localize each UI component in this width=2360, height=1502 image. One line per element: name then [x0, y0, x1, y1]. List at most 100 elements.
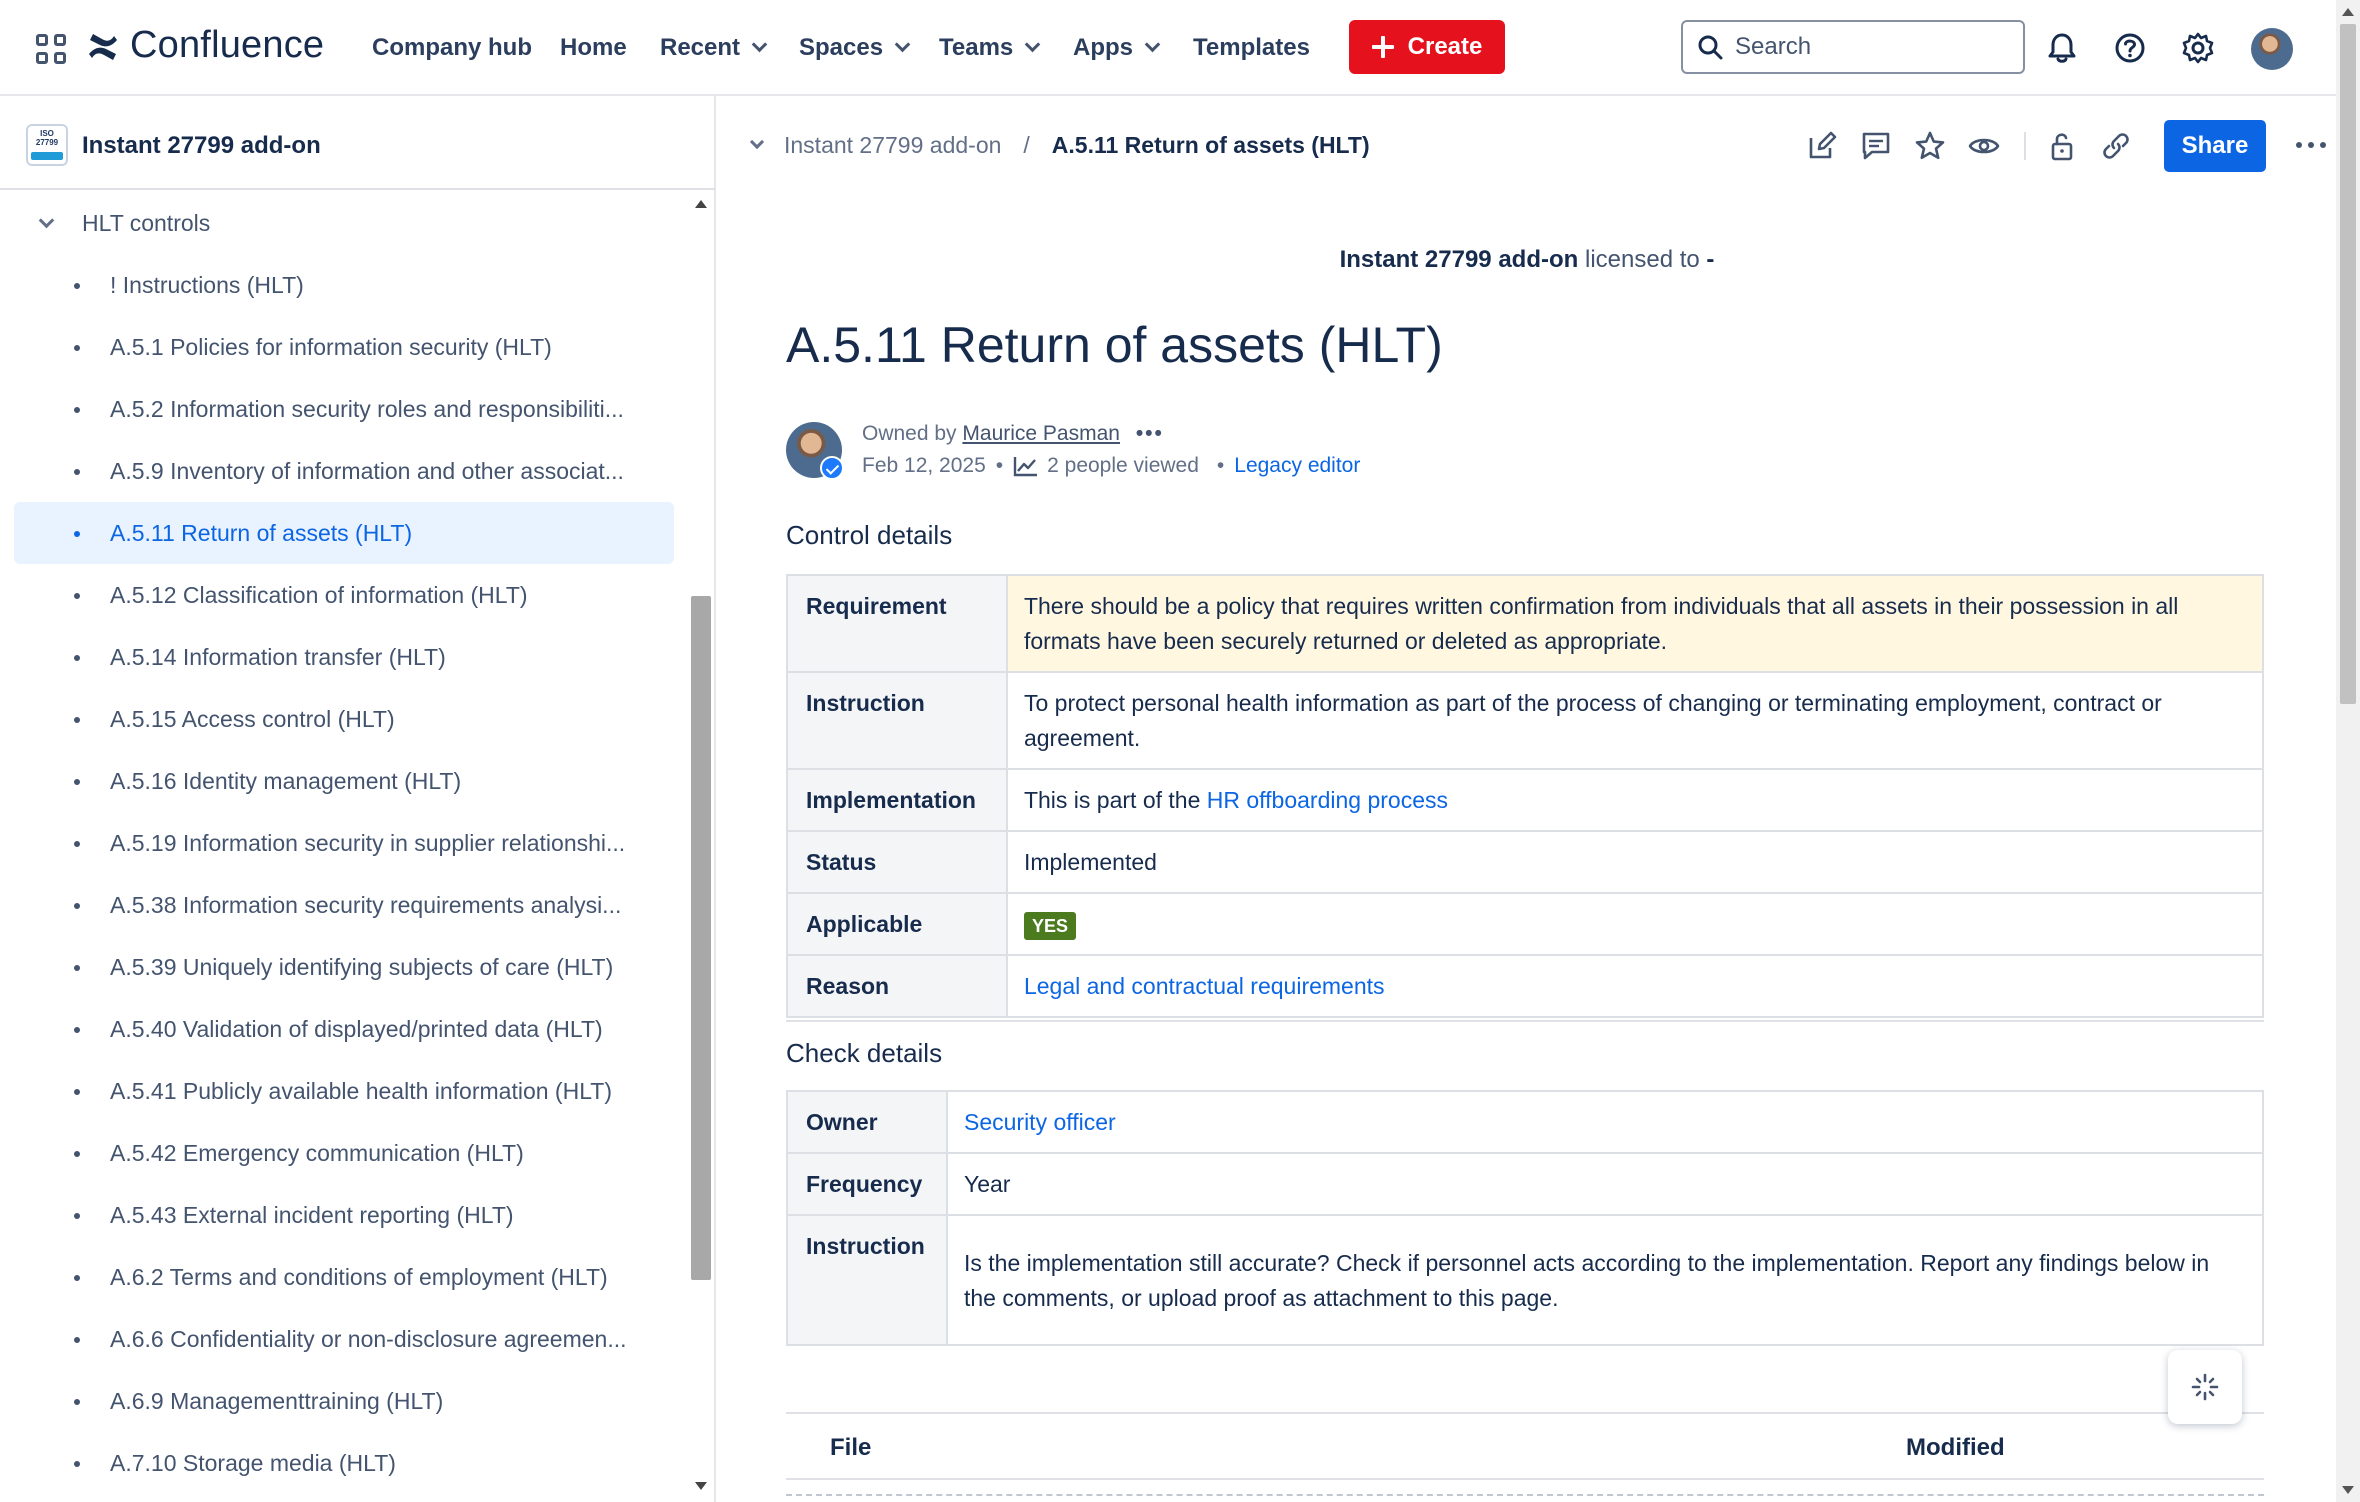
table-row: Applicable YES: [786, 892, 2265, 956]
tree-item[interactable]: A.5.1 Policies for information security …: [14, 316, 674, 378]
scroll-up-arrow-icon[interactable]: [2342, 8, 2354, 16]
space-name[interactable]: Instant 27799 add-on: [82, 132, 321, 160]
scroll-up-arrow-icon[interactable]: [695, 200, 707, 208]
edit-icon[interactable]: [1806, 130, 1838, 162]
page-title: A.5.11 Return of assets (HLT): [786, 317, 1443, 373]
status-badge: YES: [1023, 911, 1076, 940]
tree-item[interactable]: A.5.42 Emergency communication (HLT): [14, 1122, 674, 1184]
control-details-heading: Control details: [786, 520, 953, 550]
tree-item[interactable]: A.6.2 Terms and conditions of employment…: [14, 1246, 674, 1308]
security-officer-link[interactable]: Security officer: [964, 1109, 1116, 1135]
owner-link[interactable]: Maurice Pasman: [962, 422, 1120, 445]
nav-spaces[interactable]: Spaces: [799, 34, 911, 62]
tree-item[interactable]: A.6.9 Managementtraining (HLT): [14, 1370, 674, 1432]
hr-offboarding-link[interactable]: HR offboarding process: [1207, 787, 1448, 813]
chevron-down-icon: [1144, 36, 1161, 53]
tree-item[interactable]: A.5.40 Validation of displayed/printed d…: [14, 998, 674, 1060]
sidebar-scrollbar[interactable]: [688, 192, 714, 1502]
breadcrumb-current-page[interactable]: A.5.11 Return of assets (HLT): [1052, 132, 1370, 159]
frequency-value: Year: [945, 1152, 2265, 1216]
analytics-trend-icon: [1013, 457, 1038, 477]
chevron-down-icon: [894, 36, 911, 53]
tree-item[interactable]: A.5.12 Classification of information (HL…: [14, 564, 674, 626]
confluence-logo-icon[interactable]: [86, 30, 120, 64]
bell-icon[interactable]: [2044, 30, 2080, 66]
breadcrumb-space-link[interactable]: Instant 27799 add-on: [784, 132, 1001, 159]
status-label: Status: [786, 830, 1008, 894]
page-date: Feb 12, 2025: [862, 454, 986, 477]
chevron-down-icon[interactable]: [38, 212, 55, 229]
ai-assistant-button[interactable]: [2168, 1350, 2242, 1424]
table-row: Instruction Is the implementation still …: [786, 1214, 2265, 1346]
applicable-value: YES: [1005, 892, 2265, 956]
control-details-table: Requirement There should be a policy tha…: [786, 574, 2265, 1018]
breadcrumb: Instant 27799 add-on / A.5.11 Return of …: [749, 132, 1370, 159]
window-scrollbar[interactable]: [2336, 0, 2360, 1502]
table-row: Instruction To protect personal health i…: [786, 671, 2265, 770]
star-icon[interactable]: [1914, 130, 1946, 162]
confluence-logo-text[interactable]: Confluence: [130, 24, 324, 67]
tree-item[interactable]: A.5.14 Information transfer (HLT): [14, 626, 674, 688]
more-icon[interactable]: •••: [1136, 422, 1164, 446]
reason-label: Reason: [786, 954, 1008, 1018]
nav-templates[interactable]: Templates: [1193, 34, 1310, 62]
comment-icon[interactable]: [1860, 130, 1892, 162]
column-header-file[interactable]: File: [830, 1434, 871, 1462]
nav-company-hub[interactable]: Company hub: [372, 34, 532, 62]
implementation-label: Implementation: [786, 768, 1008, 832]
nav-apps[interactable]: Apps: [1073, 34, 1161, 62]
section-divider: [786, 1020, 2264, 1022]
frequency-label: Frequency: [786, 1152, 948, 1216]
chevron-down-icon[interactable]: [749, 134, 765, 149]
more-icon[interactable]: [2296, 142, 2326, 148]
page-views[interactable]: 2 people viewed: [1047, 454, 1199, 478]
page-byline: Owned by Maurice Pasman ••• Feb 12, 2025…: [786, 422, 1686, 492]
tree-item[interactable]: A.5.9 Inventory of information and other…: [14, 440, 674, 502]
nav-teams[interactable]: Teams: [939, 34, 1041, 62]
nav-recent[interactable]: Recent: [660, 34, 768, 62]
link-icon[interactable]: [2100, 130, 2132, 162]
attachments-drop-zone[interactable]: [786, 1494, 2264, 1496]
legacy-editor-link[interactable]: Legacy editor: [1234, 454, 1360, 478]
help-icon[interactable]: [2112, 30, 2148, 66]
applicable-label: Applicable: [786, 892, 1008, 956]
tree-item[interactable]: A.5.2 Information security roles and res…: [14, 378, 674, 440]
app-switcher-grid-icon[interactable]: [36, 34, 66, 64]
tree-item[interactable]: A.5.38 Information security requirements…: [14, 874, 674, 936]
profile-avatar[interactable]: [2251, 28, 2293, 70]
tree-item-hlt-controls[interactable]: HLT controls: [14, 192, 674, 254]
eye-icon[interactable]: [1968, 130, 2000, 162]
scroll-down-arrow-icon[interactable]: [695, 1482, 707, 1490]
scroll-down-arrow-icon[interactable]: [2342, 1486, 2354, 1494]
scrollbar-thumb[interactable]: [2340, 24, 2356, 704]
share-button[interactable]: Share: [2164, 120, 2266, 172]
check-details-table: Owner Security officer Frequency Year In…: [786, 1090, 2265, 1346]
column-header-modified[interactable]: Modified: [1906, 1434, 2005, 1462]
tree-item[interactable]: ! Instructions (HLT): [14, 254, 674, 316]
tree-item[interactable]: A.5.39 Uniquely identifying subjects of …: [14, 936, 674, 998]
tree-item-selected[interactable]: A.5.11 Return of assets (HLT): [14, 502, 674, 564]
space-header[interactable]: ISO 27799 Instant 27799 add-on: [0, 96, 716, 190]
status-value: Implemented: [1005, 830, 2265, 894]
nav-home[interactable]: Home: [560, 34, 627, 62]
gear-icon[interactable]: [2180, 30, 2216, 66]
tree-item[interactable]: A.6.6 Confidentiality or non-disclosure …: [14, 1308, 674, 1370]
tree-item[interactable]: A.5.41 Publicly available health informa…: [14, 1060, 674, 1122]
unlock-icon[interactable]: [2046, 130, 2078, 162]
owner-value: Security officer: [945, 1090, 2265, 1154]
reason-link[interactable]: Legal and contractual requirements: [1024, 973, 1385, 999]
sidebar: ISO 27799 Instant 27799 add-on HLT contr…: [0, 96, 716, 1502]
tree-item[interactable]: A.7.10 Storage media (HLT): [14, 1432, 674, 1494]
instruction-value: To protect personal health information a…: [1005, 671, 2265, 770]
tree-item[interactable]: A.5.19 Information security in supplier …: [14, 812, 674, 874]
tree-item[interactable]: A.5.15 Access control (HLT): [14, 688, 674, 750]
requirement-label: Requirement: [786, 574, 1008, 673]
space-logo-icon: ISO 27799: [26, 124, 68, 166]
sidebar-scrollbar-thumb[interactable]: [691, 596, 711, 1280]
tree-item[interactable]: A.5.43 External incident reporting (HLT): [14, 1184, 674, 1246]
tree-item[interactable]: A.5.16 Identity management (HLT): [14, 750, 674, 812]
breadcrumb-separator: /: [1023, 132, 1030, 158]
create-button[interactable]: Create: [1349, 20, 1505, 74]
check-details-heading: Check details: [786, 1038, 943, 1068]
search-input[interactable]: Search: [1681, 20, 2025, 74]
